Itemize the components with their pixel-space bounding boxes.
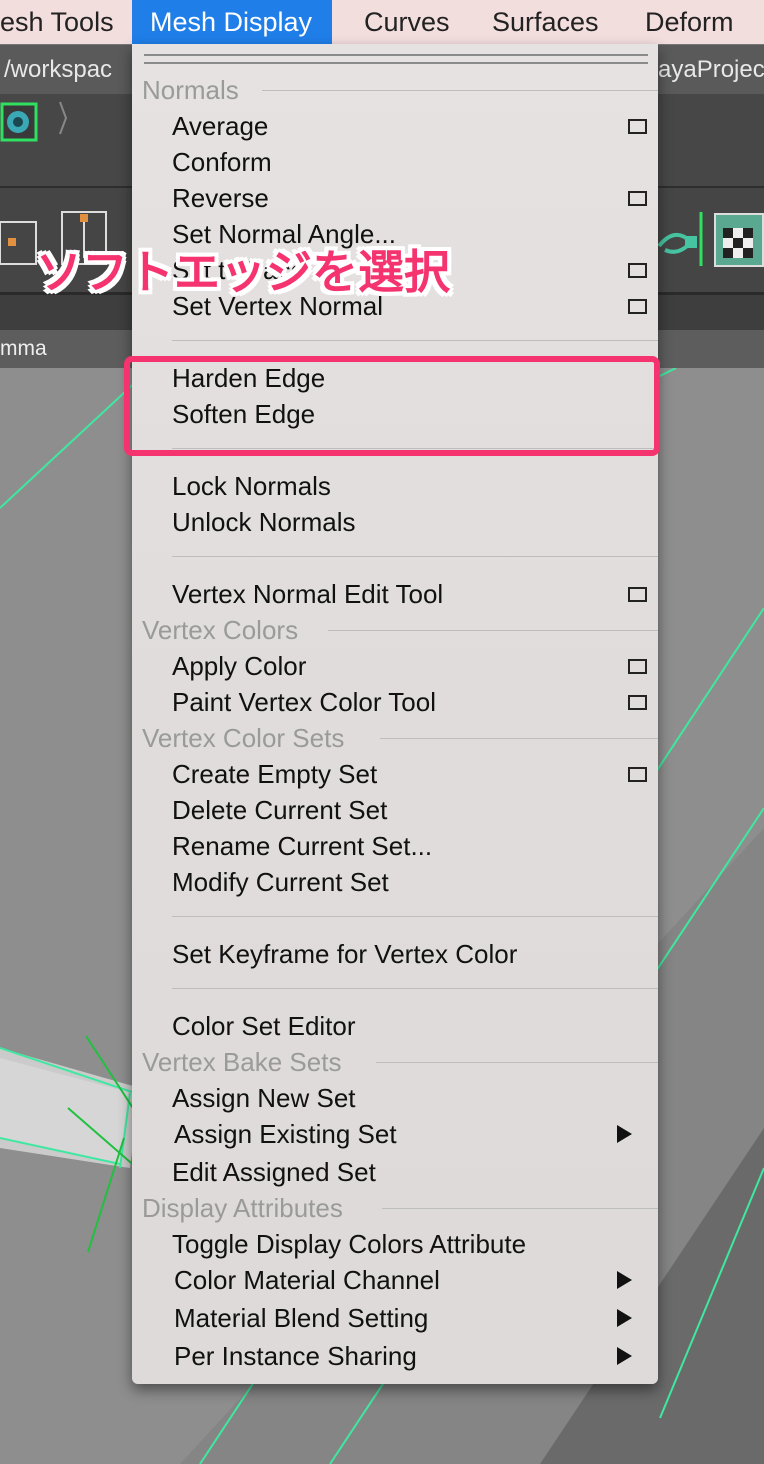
submenu-arrow-icon	[617, 1271, 632, 1289]
menu-item-paint-vertex-color-tool[interactable]: Paint Vertex Color Tool	[172, 686, 436, 718]
texture-editor-icon[interactable]	[655, 206, 764, 272]
menu-item-color-material-channel[interactable]: Color Material Channel	[174, 1264, 440, 1296]
option-box-icon[interactable]	[628, 119, 647, 134]
menu-deform[interactable]: Deform	[645, 0, 734, 44]
menu-item-rename-current-set[interactable]: Rename Current Set...	[172, 830, 432, 862]
menu-item-create-empty-set[interactable]: Create Empty Set	[172, 758, 377, 790]
section-divider	[328, 630, 658, 631]
section-header-normals: Normals	[142, 75, 239, 105]
section-divider	[262, 90, 658, 91]
menu-divider	[172, 340, 658, 341]
menu-item-assign-existing-set[interactable]: Assign Existing Set	[174, 1118, 397, 1150]
menu-item-material-blend-setting[interactable]: Material Blend Setting	[174, 1302, 428, 1334]
menu-item-conform[interactable]: Conform	[172, 146, 272, 178]
section-header-vertex-color-sets: Vertex Color Sets	[142, 723, 345, 753]
section-divider	[376, 1062, 658, 1063]
menu-item-toggle-display-colors[interactable]: Toggle Display Colors Attribute	[172, 1228, 526, 1260]
submenu-arrow-icon	[617, 1125, 632, 1143]
option-box-icon[interactable]	[628, 767, 647, 782]
option-box-icon[interactable]	[628, 587, 647, 602]
section-header-vertex-bake-sets: Vertex Bake Sets	[142, 1047, 342, 1077]
menu-mesh-tools[interactable]: esh Tools	[0, 0, 114, 44]
option-box-icon[interactable]	[628, 191, 647, 206]
workspace-path[interactable]: /workspac	[4, 45, 112, 95]
submenu-arrow-icon	[617, 1347, 632, 1365]
section-header-display-attributes: Display Attributes	[142, 1193, 343, 1223]
menu-item-apply-color[interactable]: Apply Color	[172, 650, 306, 682]
tear-off-handle-line	[144, 62, 648, 64]
menu-item-lock-normals[interactable]: Lock Normals	[172, 470, 331, 502]
menu-item-vertex-normal-edit-tool[interactable]: Vertex Normal Edit Tool	[172, 578, 443, 610]
menu-item-assign-new-set[interactable]: Assign New Set	[172, 1082, 356, 1114]
annotation-label: ソフトエッジを選択	[36, 246, 450, 298]
menu-item-modify-current-set[interactable]: Modify Current Set	[172, 866, 389, 898]
menu-item-color-set-editor[interactable]: Color Set Editor	[172, 1010, 356, 1042]
option-box-icon[interactable]	[628, 299, 647, 314]
menu-divider	[172, 916, 658, 917]
menu-item-set-keyframe-vertex-color[interactable]: Set Keyframe for Vertex Color	[172, 938, 517, 970]
submenu-arrow-icon	[617, 1309, 632, 1327]
menu-item-delete-current-set[interactable]: Delete Current Set	[172, 794, 387, 826]
menu-item-unlock-normals[interactable]: Unlock Normals	[172, 506, 356, 538]
option-box-icon[interactable]	[628, 263, 647, 278]
panel-label[interactable]: mma	[0, 330, 47, 368]
menu-divider	[172, 988, 658, 989]
menu-item-average[interactable]: Average	[172, 110, 268, 142]
section-header-vertex-colors: Vertex Colors	[142, 615, 299, 645]
highlight-box	[124, 356, 660, 456]
menu-divider	[172, 556, 658, 557]
menu-mesh-display[interactable]: Mesh Display	[132, 0, 333, 44]
shelf-separator-icon	[59, 101, 68, 135]
option-box-icon[interactable]	[628, 659, 647, 674]
tear-off-handle[interactable]	[144, 54, 648, 56]
menu-curves[interactable]: Curves	[364, 0, 450, 44]
section-divider	[382, 1208, 658, 1209]
section-divider	[380, 738, 658, 739]
project-path[interactable]: ayaProjec	[658, 45, 764, 95]
menu-item-edit-assigned-set[interactable]: Edit Assigned Set	[172, 1156, 376, 1188]
menu-item-reverse[interactable]: Reverse	[172, 182, 269, 214]
menu-surfaces[interactable]: Surfaces	[492, 0, 599, 44]
menu-item-per-instance-sharing[interactable]: Per Instance Sharing	[174, 1340, 417, 1372]
option-box-icon[interactable]	[628, 695, 647, 710]
menu-bar: esh Tools Mesh Display Curves Surfaces D…	[0, 0, 764, 44]
